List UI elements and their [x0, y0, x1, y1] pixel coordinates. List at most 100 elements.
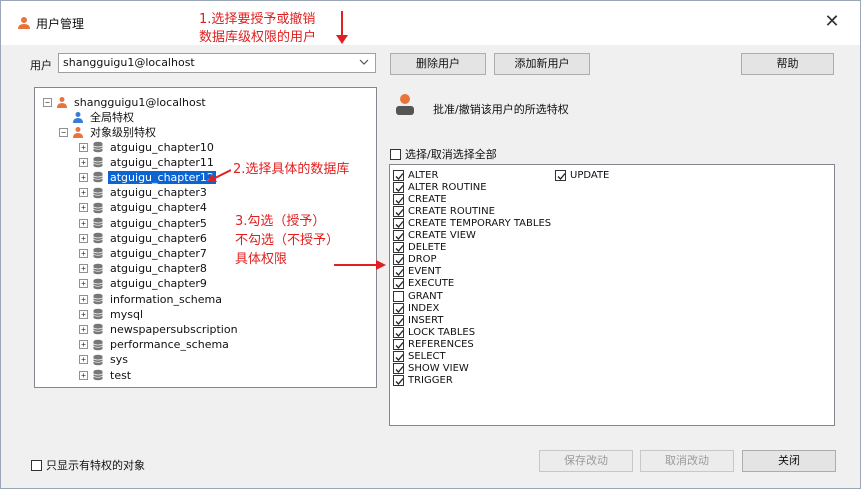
checkbox[interactable]: [31, 459, 42, 471]
checkbox[interactable]: [393, 375, 404, 387]
expand-icon[interactable]: +: [79, 172, 88, 182]
checkbox[interactable]: [393, 242, 404, 254]
tree-node-database[interactable]: + atguigu_chapter6: [79, 231, 209, 245]
database-icon: [93, 187, 103, 198]
privilege-checkbox-alter-routine[interactable]: ALTER ROUTINE: [393, 181, 487, 193]
cancel-changes-button[interactable]: 取消改动: [640, 450, 734, 472]
close-window-button[interactable]: ✕: [819, 10, 845, 34]
privilege-checkbox-delete[interactable]: DELETE: [393, 242, 446, 254]
tree-node-database[interactable]: + atguigu_chapter3: [79, 186, 209, 200]
expand-icon[interactable]: +: [79, 157, 88, 167]
expand-icon[interactable]: +: [79, 340, 88, 350]
tree-node-database[interactable]: + test: [79, 368, 133, 382]
tree-node-database[interactable]: + sys: [79, 353, 130, 367]
privilege-checkbox-execute[interactable]: EXECUTE: [393, 278, 454, 290]
tree-node-object-privileges[interactable]: − 对象级别特权: [59, 125, 158, 139]
check-icon: [395, 196, 404, 204]
checkbox[interactable]: [393, 278, 404, 290]
tree-node-database[interactable]: + newspapersubscription: [79, 322, 240, 336]
checkbox[interactable]: [393, 193, 404, 205]
privilege-checkbox-event[interactable]: EVENT: [393, 266, 441, 278]
check-icon: [395, 220, 404, 228]
collapse-icon[interactable]: −: [43, 97, 52, 107]
database-icon: [93, 369, 103, 381]
database-icon: [93, 293, 103, 305]
privilege-checkbox-create-routine[interactable]: CREATE ROUTINE: [393, 205, 495, 217]
tree-node-database[interactable]: + atguigu_chapter5: [79, 216, 209, 230]
checkbox[interactable]: [393, 169, 404, 181]
privilege-checkbox-references[interactable]: REFERENCES: [393, 338, 474, 350]
checkbox[interactable]: [393, 290, 404, 302]
checkbox[interactable]: [393, 314, 404, 326]
checkbox[interactable]: [393, 181, 404, 193]
delete-user-button[interactable]: 删除用户: [390, 53, 486, 75]
expand-icon[interactable]: +: [79, 370, 88, 380]
expand-icon[interactable]: +: [79, 218, 88, 228]
expand-icon[interactable]: +: [79, 294, 88, 304]
tree-node-database[interactable]: + mysql: [79, 307, 145, 321]
privilege-checkbox-select[interactable]: SELECT: [393, 351, 446, 363]
privilege-checkbox-insert[interactable]: INSERT: [393, 314, 443, 326]
expand-icon[interactable]: +: [79, 248, 88, 258]
tree-node-database[interactable]: + atguigu_chapter4: [79, 201, 209, 215]
expand-icon[interactable]: +: [79, 309, 88, 319]
expand-icon[interactable]: +: [79, 188, 88, 198]
save-changes-button[interactable]: 保存改动: [539, 450, 633, 472]
expand-icon[interactable]: +: [79, 233, 88, 243]
checkbox[interactable]: [393, 217, 404, 229]
check-icon: [395, 233, 404, 240]
annotation-arrow-left-icon: [207, 169, 231, 182]
tree-node-label: atguigu_chapter7: [110, 246, 207, 260]
privilege-checkbox-show-view[interactable]: SHOW VIEW: [393, 363, 469, 375]
tree-node-database[interactable]: + atguigu_chapter12: [79, 169, 217, 185]
select-all-checkbox[interactable]: 选择/取消选择全部: [390, 146, 497, 162]
expand-icon[interactable]: +: [79, 355, 88, 365]
database-icon: [93, 156, 103, 168]
checkbox[interactable]: [393, 351, 404, 362]
privilege-checkbox-drop[interactable]: DROP: [393, 254, 437, 266]
tree-node-label: atguigu_chapter10: [110, 140, 214, 154]
privilege-checkbox-update[interactable]: UPDATE: [555, 169, 609, 181]
expand-icon[interactable]: +: [79, 279, 88, 289]
tree-node-database[interactable]: + performance_schema: [79, 338, 231, 352]
tree-node-database[interactable]: + atguigu_chapter9: [79, 277, 209, 291]
user-select[interactable]: shangguigu1@localhost: [58, 53, 376, 73]
expand-icon[interactable]: +: [79, 324, 88, 334]
privilege-checkbox-trigger[interactable]: TRIGGER: [393, 375, 453, 387]
expand-icon[interactable]: +: [79, 264, 88, 274]
tree-node-database[interactable]: + atguigu_chapter8: [79, 262, 209, 276]
tree-node-database[interactable]: + atguigu_chapter7: [79, 246, 209, 260]
tree-node-database[interactable]: + atguigu_chapter10: [79, 140, 216, 154]
privilege-checkbox-create-temporary-tables[interactable]: CREATE TEMPORARY TABLES: [393, 217, 551, 229]
privilege-checkbox-index[interactable]: INDEX: [393, 302, 439, 314]
checkbox[interactable]: [393, 326, 404, 338]
help-button[interactable]: 帮助: [741, 53, 834, 75]
tree-node-database[interactable]: + information_schema: [79, 292, 224, 306]
checkbox[interactable]: [393, 205, 404, 217]
privilege-checkbox-grant[interactable]: GRANT: [393, 290, 443, 302]
expand-icon[interactable]: +: [79, 142, 88, 152]
user-icon: [57, 97, 67, 108]
collapse-icon[interactable]: −: [59, 127, 68, 137]
privilege-checkbox-lock-tables[interactable]: LOCK TABLES: [393, 326, 475, 338]
checkbox[interactable]: [393, 302, 404, 314]
checkbox[interactable]: [393, 254, 404, 266]
privilege-checkbox-alter[interactable]: ALTER: [393, 169, 438, 181]
checkbox[interactable]: [393, 230, 404, 241]
expand-icon[interactable]: +: [79, 203, 88, 213]
checkbox[interactable]: [390, 148, 401, 160]
tree-node-user[interactable]: − shangguigu1@localhost: [43, 95, 208, 109]
privilege-checkbox-create[interactable]: CREATE: [393, 193, 447, 205]
user-icon: [396, 94, 414, 115]
checkbox[interactable]: [393, 266, 404, 278]
show-only-privileged-checkbox[interactable]: 只显示有特权的对象: [31, 457, 145, 473]
privilege-checkbox-create-view[interactable]: CREATE VIEW: [393, 230, 476, 242]
close-button[interactable]: 关闭: [742, 450, 836, 472]
database-icon: [93, 217, 103, 229]
tree-node-database[interactable]: + atguigu_chapter11: [79, 155, 216, 169]
checkbox[interactable]: [555, 169, 566, 181]
checkbox[interactable]: [393, 338, 404, 350]
tree-node-global-privileges[interactable]: 全局特权: [72, 110, 136, 124]
checkbox[interactable]: [393, 363, 404, 375]
add-user-button[interactable]: 添加新用户: [494, 53, 590, 75]
